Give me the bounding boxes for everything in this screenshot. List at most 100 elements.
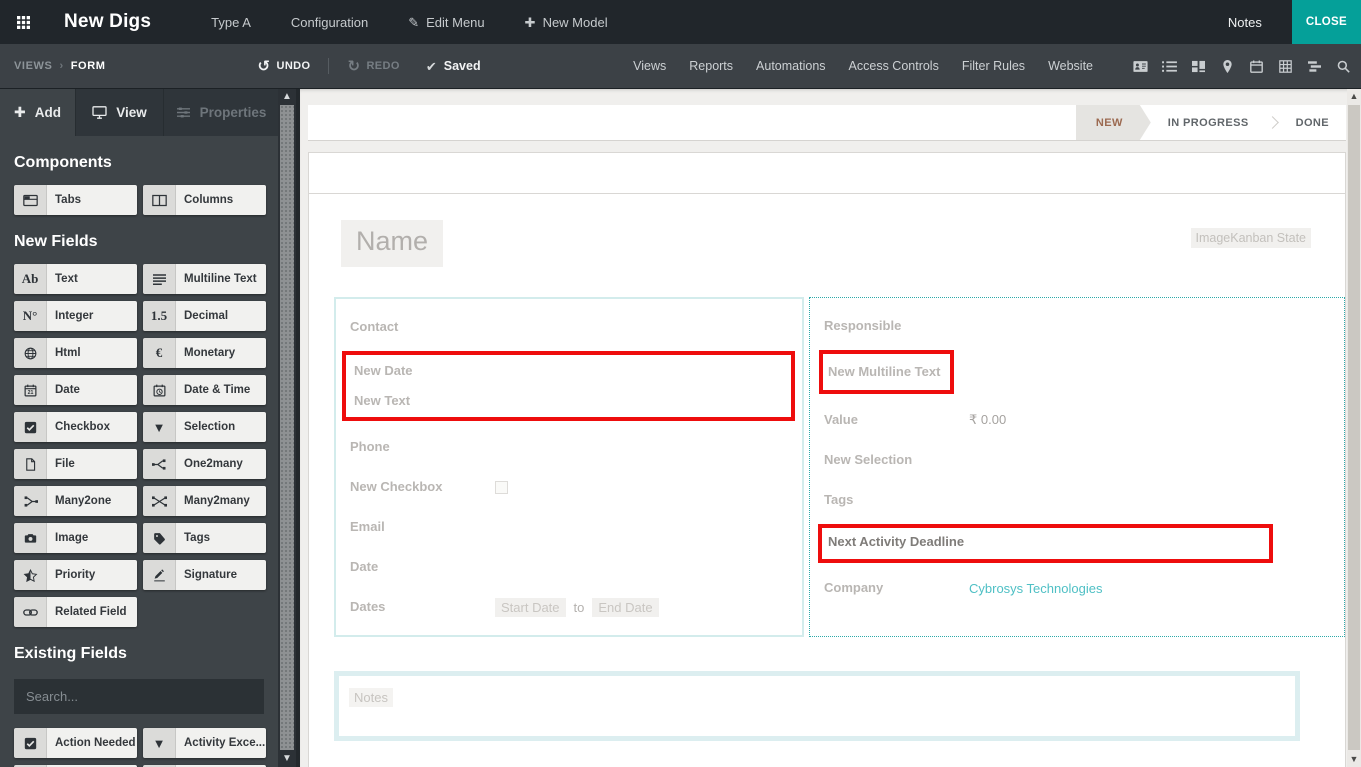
kanban-state-field[interactable]: ImageKanban State: [1191, 228, 1312, 248]
field-type-button[interactable]: Date & Time: [143, 375, 266, 405]
field-type-button[interactable]: Multiline Text: [143, 264, 266, 294]
form-field-row[interactable]: Responsible: [824, 306, 1332, 346]
left-field-group[interactable]: ContactNew DateNew TextPhoneNew Checkbox…: [334, 297, 804, 637]
map-view-icon[interactable]: [1220, 60, 1235, 73]
field-type-label: One2many: [176, 449, 266, 479]
toolbar-divider: [328, 58, 329, 74]
field-type-button[interactable]: Html: [14, 338, 137, 368]
field-type-button[interactable]: Priority: [14, 560, 137, 590]
field-type-button[interactable]: Many2one: [14, 486, 137, 516]
right-field-group[interactable]: Responsible New Multiline Text Value₹ 0.00…: [809, 297, 1345, 637]
end-date-placeholder[interactable]: End Date: [592, 598, 658, 617]
sidebar-tab-view[interactable]: View: [76, 88, 164, 136]
sidebar-tab-properties[interactable]: Properties: [164, 88, 278, 136]
statusbar-stage[interactable]: DONE: [1279, 105, 1346, 140]
studio-menu-item[interactable]: Reports: [689, 59, 733, 73]
field-type-button[interactable]: Checkbox: [14, 412, 137, 442]
button-box: [308, 152, 1346, 194]
canvas-scrollbar-thumb[interactable]: [1348, 105, 1360, 750]
field-type-button[interactable]: N°Integer: [14, 301, 137, 331]
field-type-button[interactable]: Many2many: [143, 486, 266, 516]
toolbar-right: Views Reports Automations Access Controls Fi…: [633, 59, 1361, 73]
studio-highlight-box: New DateNew Text: [342, 351, 795, 421]
scroll-up-icon[interactable]: ▲: [1347, 88, 1361, 104]
field-type-button[interactable]: Image: [14, 523, 137, 553]
search-icon[interactable]: [1336, 60, 1351, 73]
field-type-button[interactable]: ▼Activity Exce...: [143, 728, 266, 758]
topbar-menu-item[interactable]: ✎Edit Menu: [408, 15, 484, 30]
form-field-row[interactable]: New Date: [354, 356, 791, 386]
field-type-label: Tags: [176, 523, 266, 553]
studio-menu-item[interactable]: Access Controls: [849, 59, 939, 73]
form-field-row[interactable]: CompanyCybrosys Technologies: [824, 569, 1332, 609]
form-field-row[interactable]: Email: [350, 507, 790, 547]
form-field-row[interactable]: Phone: [350, 427, 790, 467]
field-type-button[interactable]: Related Field: [14, 597, 137, 627]
start-date-placeholder[interactable]: Start Date: [495, 598, 566, 617]
studio-menu-item[interactable]: Filter Rules: [962, 59, 1025, 73]
field-type-button[interactable]: Columns: [143, 185, 266, 215]
field-type-button[interactable]: File: [14, 449, 137, 479]
field-type-button[interactable]: 1.5Decimal: [143, 301, 266, 331]
form-field-row[interactable]: Date: [350, 547, 790, 587]
redo-button[interactable]: ↻REDO: [347, 59, 399, 74]
form-field-row[interactable]: New Multiline Text: [828, 357, 950, 387]
scroll-down-icon[interactable]: ▼: [1347, 751, 1361, 767]
studio-menu-item[interactable]: Automations: [756, 59, 825, 73]
kanban-view-icon[interactable]: [1191, 60, 1206, 73]
form-field-row[interactable]: Next Activity Deadline: [828, 533, 1269, 552]
monetary-icon: €: [143, 338, 176, 368]
sidebar-scrollbar[interactable]: ▲ ▼: [278, 88, 296, 767]
list-view-icon[interactable]: [1162, 60, 1177, 73]
field-type-button[interactable]: ▼Selection: [143, 412, 266, 442]
field-checkbox[interactable]: [495, 481, 508, 494]
form-field-row[interactable]: Value₹ 0.00: [824, 400, 1332, 440]
monitor-icon: [92, 106, 107, 119]
studio-menu-item[interactable]: Website: [1048, 59, 1093, 73]
app-title: New Digs: [64, 11, 151, 33]
topbar-menu-item[interactable]: ✚New Model: [525, 15, 608, 30]
undo-button[interactable]: ↺UNDO: [258, 59, 311, 74]
form-field-row[interactable]: Contact: [350, 307, 790, 347]
form-field-row[interactable]: New Text: [354, 386, 791, 416]
topbar-menu-item[interactable]: Configuration: [291, 15, 368, 30]
scroll-up-icon[interactable]: ▲: [278, 88, 296, 105]
calendar-view-icon[interactable]: [1249, 60, 1264, 73]
gantt-view-icon[interactable]: [1307, 60, 1322, 73]
existing-fields-heading: Existing Fields: [14, 645, 264, 663]
form-field-row[interactable]: New Selection: [824, 440, 1332, 480]
field-type-button[interactable]: Tabs: [14, 185, 137, 215]
studio-menu-item[interactable]: Views: [633, 59, 666, 73]
field-type-label: Date & Time: [176, 375, 266, 405]
statusbar-stage[interactable]: IN PROGRESS: [1151, 105, 1266, 140]
topbar-menu-item[interactable]: Type A: [211, 15, 251, 30]
apps-grid-icon[interactable]: [0, 0, 46, 44]
notes-field[interactable]: Notes: [334, 671, 1300, 741]
form-field-row[interactable]: DatesStart DatetoEnd Date: [350, 587, 790, 627]
breadcrumb-views[interactable]: VIEWS: [14, 60, 52, 72]
statusbar-stage[interactable]: NEW: [1076, 105, 1151, 140]
field-type-button[interactable]: One2many: [143, 449, 266, 479]
field-type-button[interactable]: AbText: [14, 264, 137, 294]
existing-fields-search: [14, 679, 264, 714]
form-view-icon[interactable]: [1133, 60, 1148, 73]
field-type-button[interactable]: €Monetary: [143, 338, 266, 368]
name-field[interactable]: Name: [341, 220, 443, 267]
notes-menu-item[interactable]: Notes: [1228, 15, 1262, 30]
form-field-row[interactable]: Tags: [824, 480, 1332, 520]
many2many-icon: [143, 486, 176, 516]
field-type-button[interactable]: 21Date: [14, 375, 137, 405]
search-input[interactable]: [14, 679, 264, 714]
many2one-icon: [14, 486, 47, 516]
sidebar-tab-add[interactable]: ✚Add: [0, 88, 76, 136]
field-type-button[interactable]: Action Needed: [14, 728, 137, 758]
form-field-row[interactable]: New Checkbox: [350, 467, 790, 507]
pivot-view-icon[interactable]: [1278, 60, 1293, 73]
scroll-down-icon[interactable]: ▼: [278, 750, 296, 767]
sidebar-scrollbar-thumb[interactable]: [280, 105, 294, 750]
close-studio-button[interactable]: CLOSE: [1292, 0, 1361, 44]
field-type-button[interactable]: Tags: [143, 523, 266, 553]
canvas-scrollbar[interactable]: ▲ ▼: [1347, 88, 1361, 767]
field-type-label: Many2one: [47, 486, 137, 516]
field-type-button[interactable]: Signature: [143, 560, 266, 590]
